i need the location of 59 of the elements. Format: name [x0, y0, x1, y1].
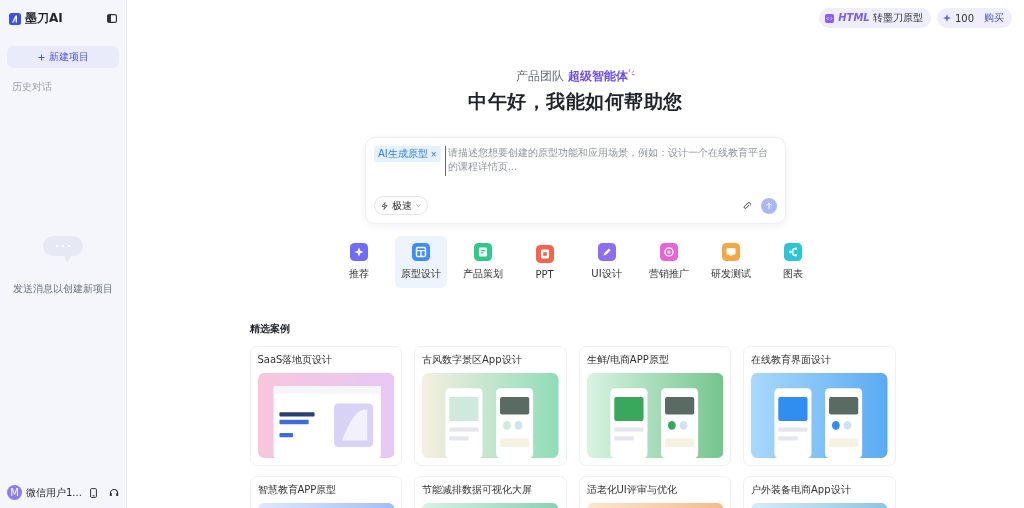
plus-icon — [37, 53, 45, 61]
headset-icon[interactable] — [109, 488, 119, 497]
convert-html-button[interactable]: HTML 转墨刀原型 — [819, 8, 931, 28]
target-icon — [659, 243, 678, 261]
sparkle-icon — [349, 243, 368, 261]
chat-icon — [721, 243, 740, 261]
code-icon — [825, 13, 835, 23]
chevron-down-icon — [416, 204, 421, 207]
prompt-composer[interactable]: AI生成原型 × 请描述您想要创建的原型功能和应用场景，例如：设计一个在线教育平台的课程详情页... 极速 — [365, 137, 786, 224]
branch-icon — [783, 243, 802, 261]
sidebar-toggle-icon[interactable] — [107, 14, 117, 23]
section-heading: 精选案例 — [249, 322, 291, 336]
lightning-icon — [381, 201, 388, 210]
category-tab[interactable]: 研发测试 — [704, 236, 757, 288]
category-tab[interactable]: 营销推广 — [642, 236, 695, 288]
category-tab[interactable]: 推荐 — [332, 236, 385, 288]
tag-remove-button[interactable]: × — [430, 148, 437, 160]
greeting-title: 中午好，我能如何帮助您 — [468, 89, 683, 114]
case-title: 智慧教育APP原型 — [257, 483, 338, 497]
case-card[interactable]: SaaS落地页设计 — [249, 346, 402, 466]
category-tab[interactable]: PPT — [518, 236, 571, 288]
case-title: 节能减排数据可视化大屏 — [422, 483, 533, 497]
sparkle-lines-icon — [627, 68, 635, 75]
category-tab[interactable]: UI设计 — [580, 236, 633, 288]
category-tab[interactable]: 产品策划 — [456, 236, 509, 288]
mode-tag: AI生成原型 × — [374, 146, 441, 162]
speed-mode-dropdown[interactable]: 极速 — [374, 196, 428, 215]
pen-icon — [597, 243, 616, 261]
arrow-up-icon — [765, 201, 773, 210]
subtitle: 产品团队 超级智能体 — [516, 68, 628, 85]
sparkle-icon — [942, 14, 951, 22]
case-card[interactable]: 生鲜/电商APP原型 — [578, 346, 731, 466]
case-title: 适老化UI评审与优化 — [586, 483, 678, 497]
case-card[interactable]: 节能减排数据可视化大屏 — [414, 476, 567, 508]
case-title: 生鲜/电商APP原型 — [586, 353, 670, 367]
user-name[interactable]: 微信用户1... — [26, 485, 86, 500]
case-title: 在线教育界面设计 — [751, 353, 832, 367]
logo-text: 墨刀AI — [25, 10, 63, 27]
case-card[interactable]: 智慧教育APP原型 — [249, 476, 402, 508]
attach-icon[interactable] — [743, 200, 751, 211]
new-project-button[interactable]: 新建项目 — [7, 46, 119, 68]
document-icon — [473, 243, 492, 261]
slides-icon — [535, 244, 554, 263]
case-title: SaaS落地页设计 — [257, 353, 334, 367]
category-tab[interactable]: 图表 — [766, 236, 819, 288]
case-card[interactable]: 在线教育界面设计 — [743, 346, 896, 466]
category-tab[interactable]: 原型设计 — [394, 236, 447, 288]
case-title: 户外装备电商App设计 — [751, 483, 852, 497]
layout-icon — [411, 243, 430, 261]
case-card[interactable]: 古风数字景区App设计 — [414, 346, 567, 466]
history-label: 历史对话 — [11, 80, 53, 94]
case-card[interactable]: 户外装备电商App设计 — [743, 476, 896, 508]
empty-state-text: 发送消息以创建新项目 — [13, 281, 113, 296]
phone-icon[interactable] — [90, 487, 97, 498]
buy-link[interactable]: 购买 — [984, 11, 1004, 25]
credit-count: 100 — [954, 12, 974, 24]
logo-icon — [9, 12, 21, 25]
case-card[interactable]: 适老化UI评审与优化 — [578, 476, 731, 508]
case-title: 古风数字景区App设计 — [422, 353, 523, 367]
